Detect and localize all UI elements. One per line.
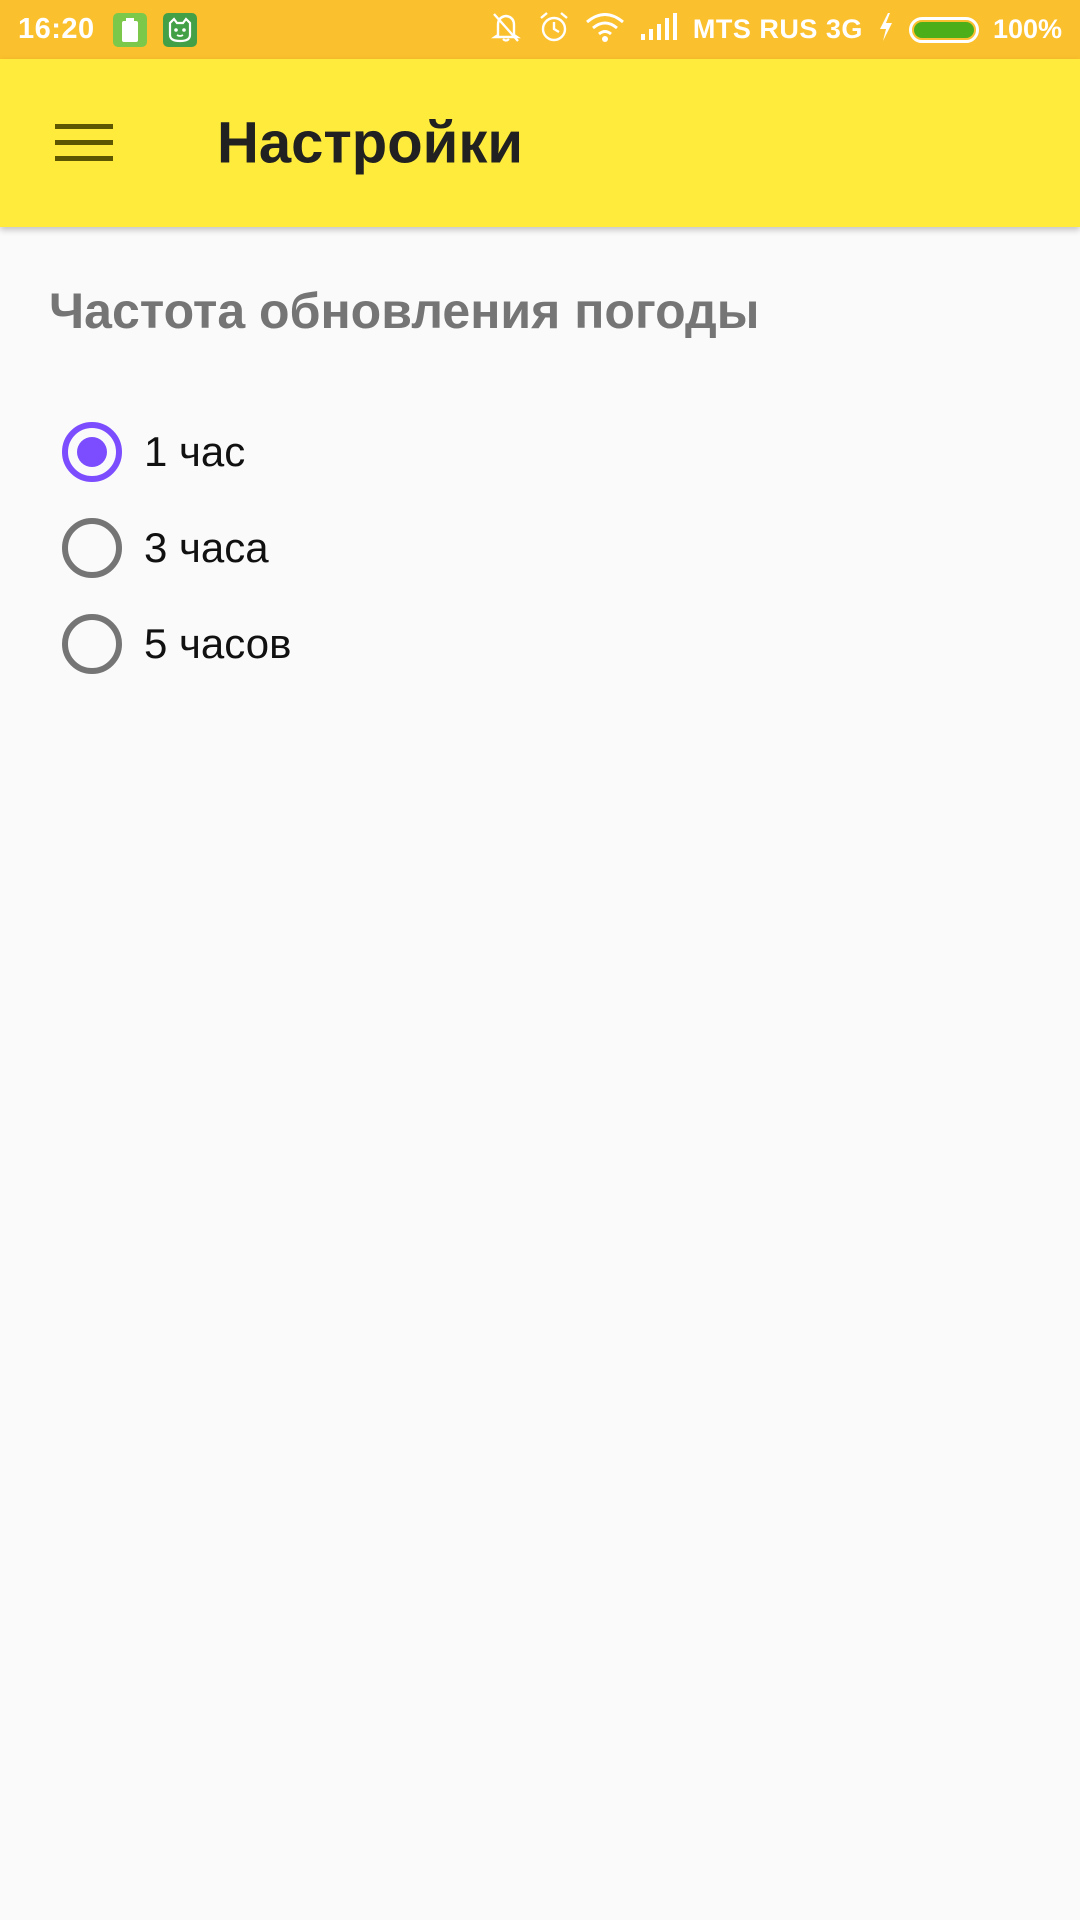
app-toolbar: Настройки xyxy=(0,59,1080,227)
battery-icon xyxy=(908,16,979,43)
status-bar: 16:20 MTS RUS 3G 100% xyxy=(0,0,1080,59)
hamburger-menu-icon xyxy=(55,124,113,161)
carrier-name: MTS RUS 3G xyxy=(692,14,863,44)
menu-button[interactable] xyxy=(34,93,134,193)
radio-button-1-hour[interactable] xyxy=(62,422,122,482)
silent-bell-icon xyxy=(489,10,523,49)
battery-percent: 100% xyxy=(992,14,1062,44)
weather-update-frequency-title: Частота обновления погоды xyxy=(49,283,760,339)
radio-button-5-hours[interactable] xyxy=(62,614,122,674)
radio-label-3-hours[interactable]: 3 часа xyxy=(144,524,269,572)
radio-label-5-hours[interactable]: 5 часов xyxy=(144,620,291,668)
status-time: 16:20 xyxy=(18,13,95,45)
android-cat-icon xyxy=(162,12,197,47)
radio-button-3-hours[interactable] xyxy=(62,518,122,578)
radio-label-1-hour[interactable]: 1 час xyxy=(144,428,245,476)
page-title: Настройки xyxy=(217,110,524,176)
charging-bolt-icon xyxy=(877,12,895,47)
status-left: 16:20 xyxy=(18,12,197,47)
battery-notification-icon xyxy=(112,12,147,47)
signal-icon xyxy=(639,12,679,47)
radio-option-5-hours[interactable]: 5 часов xyxy=(62,596,291,692)
radio-checked-dot xyxy=(77,437,107,467)
battery-level xyxy=(913,21,974,38)
radio-option-1-hour[interactable]: 1 час xyxy=(62,404,291,500)
wifi-icon xyxy=(585,11,625,48)
alarm-icon xyxy=(537,10,571,49)
radio-option-3-hours[interactable]: 3 часа xyxy=(62,500,291,596)
status-right: MTS RUS 3G 100% xyxy=(489,10,1062,49)
update-frequency-radio-group: 1 час 3 часа 5 часов xyxy=(62,404,291,692)
